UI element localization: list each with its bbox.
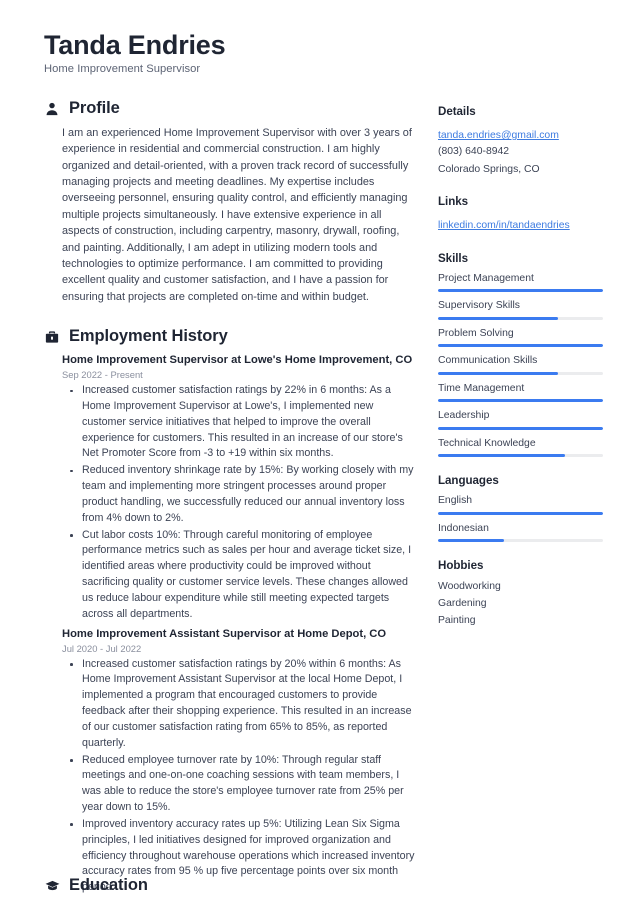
- briefcase-icon: [44, 329, 60, 345]
- main-column: Profile I am an experienced Home Improve…: [44, 99, 416, 900]
- person-icon: [44, 101, 60, 117]
- skill-label: Time Management: [438, 382, 525, 394]
- hobby-item: Gardening: [438, 598, 487, 610]
- language-item: Indonesian: [438, 522, 603, 543]
- hobby-item: Woodworking: [438, 581, 501, 593]
- skill-level-fill: [438, 454, 566, 458]
- language-label: English: [438, 495, 473, 507]
- employment-bullet-list: Increased customer satisfaction ratings …: [66, 657, 416, 896]
- skill-level-bar: [438, 426, 603, 430]
- linkedin-link[interactable]: linkedin.com/in/tandaendries: [438, 218, 570, 234]
- section-title-profile: Profile: [69, 99, 120, 118]
- skill-item: Supervisory Skills: [438, 299, 603, 320]
- skill-level-fill: [438, 344, 603, 348]
- employment-entry: Home Improvement Supervisor at Lowe's Ho…: [62, 353, 416, 623]
- graduation-cap-icon: [44, 878, 60, 894]
- list-item: Increased customer satisfaction ratings …: [66, 383, 416, 462]
- skill-level-bar: [438, 289, 603, 293]
- skill-label: Technical Knowledge: [438, 437, 536, 449]
- sidebar-block-links: Links linkedin.com/in/tandaendries: [438, 195, 603, 234]
- skill-item: Communication Skills: [438, 354, 603, 375]
- hobby-item: Painting: [438, 614, 476, 626]
- skill-level-bar: [438, 399, 603, 403]
- employment-bullet-list: Increased customer satisfaction ratings …: [66, 383, 416, 622]
- sidebar-column: Details tanda.endries@gmail.com (803) 64…: [438, 99, 603, 647]
- list-item: Reduced inventory shrinkage rate by 15%:…: [66, 463, 416, 526]
- skill-level-bar: [438, 344, 603, 348]
- resume-header: Tanda Endries Home Improvement Superviso…: [44, 30, 600, 75]
- skill-label: Supervisory Skills: [438, 300, 520, 312]
- resume-body: Profile I am an experienced Home Improve…: [44, 99, 603, 900]
- skill-label: Communication Skills: [438, 355, 538, 367]
- skill-level-fill: [438, 426, 603, 430]
- phone-number: (803) 640-8942: [438, 146, 510, 158]
- list-item: Cut labor costs 10%: Through careful mon…: [66, 528, 416, 623]
- skill-item: Project Management: [438, 272, 603, 293]
- skill-label: Leadership: [438, 410, 490, 422]
- skill-level-bar: [438, 454, 603, 458]
- sidebar-block-details: Details tanda.endries@gmail.com (803) 64…: [438, 105, 603, 178]
- skill-item: Problem Solving: [438, 327, 603, 348]
- sidebar-block-languages: Languages English Indonesian: [438, 474, 603, 543]
- skill-level-bar: [438, 371, 603, 375]
- sidebar-title-skills: Skills: [438, 251, 468, 265]
- skill-level-fill: [438, 289, 603, 293]
- skill-label: Problem Solving: [438, 327, 514, 339]
- section-header-employment: Employment History: [44, 327, 416, 346]
- employment-date-range: Sep 2022 - Present: [62, 369, 143, 381]
- list-item: Reduced employee turnover rate by 10%: T…: [66, 753, 416, 816]
- location-text: Colorado Springs, CO: [438, 164, 540, 176]
- section-title-education: Education: [69, 876, 148, 894]
- section-header-profile: Profile: [44, 99, 416, 118]
- page-title: Tanda Endries: [44, 30, 226, 60]
- sidebar-title-links: Links: [438, 195, 469, 209]
- language-level-bar: [438, 539, 603, 543]
- language-label: Indonesian: [438, 522, 489, 534]
- list-item: Increased customer satisfaction ratings …: [66, 657, 416, 752]
- language-item: English: [438, 494, 603, 515]
- language-level-bar: [438, 511, 603, 515]
- skill-item: Time Management: [438, 382, 603, 403]
- sidebar-title-details: Details: [438, 105, 476, 119]
- profile-summary-text: I am an experienced Home Improvement Sup…: [62, 127, 412, 303]
- job-role-subtitle: Home Improvement Supervisor: [44, 63, 201, 76]
- skill-level-bar: [438, 316, 603, 320]
- language-level-fill: [438, 511, 603, 515]
- section-header-education: Education: [44, 876, 148, 895]
- section-title-employment: Employment History: [69, 327, 228, 345]
- employment-entry-list: Home Improvement Supervisor at Lowe's Ho…: [62, 353, 416, 896]
- skill-item: Leadership: [438, 409, 603, 430]
- email-link[interactable]: tanda.endries@gmail.com: [438, 128, 559, 144]
- skill-label: Project Management: [438, 272, 534, 284]
- skill-item: Technical Knowledge: [438, 437, 603, 458]
- employment-date-range: Jul 2020 - Jul 2022: [62, 642, 142, 654]
- skill-level-fill: [438, 316, 559, 320]
- language-level-fill: [438, 539, 504, 543]
- sidebar-title-languages: Languages: [438, 474, 499, 488]
- sidebar-block-hobbies: Hobbies Woodworking Gardening Painting: [438, 559, 603, 630]
- employment-title: Home Improvement Assistant Supervisor at…: [62, 627, 387, 640]
- sidebar-block-skills: Skills Project Management Supervisory Sk…: [438, 252, 603, 458]
- skill-level-fill: [438, 371, 559, 375]
- employment-title: Home Improvement Supervisor at Lowe's Ho…: [62, 354, 413, 366]
- skill-level-fill: [438, 399, 603, 403]
- sidebar-title-hobbies: Hobbies: [438, 559, 484, 573]
- employment-entry: Home Improvement Assistant Supervisor at…: [62, 627, 416, 897]
- resume-page: Tanda Endries Home Improvement Superviso…: [0, 0, 640, 905]
